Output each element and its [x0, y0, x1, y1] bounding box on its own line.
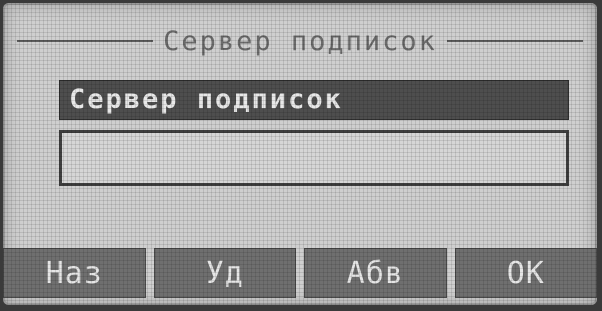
subscription-server-input[interactable] [59, 130, 569, 186]
field-label-highlight: Сервер подписок [59, 80, 569, 120]
title-divider-left [17, 40, 154, 42]
screen-title: Сервер подписок [163, 25, 437, 57]
softkey-bar: Наз Уд Абв OK [3, 248, 597, 298]
title-divider-right [446, 40, 583, 42]
lcd-screen: Сервер подписок Сервер подписок Наз Уд А… [3, 3, 597, 305]
back-softkey[interactable]: Наз [3, 248, 146, 298]
screen-title-row: Сервер подписок [17, 21, 583, 61]
input-mode-softkey[interactable]: Абв [304, 248, 447, 298]
device-bezel: Сервер подписок Сервер подписок Наз Уд А… [0, 0, 602, 311]
ok-softkey[interactable]: OK [454, 248, 597, 298]
delete-softkey[interactable]: Уд [153, 248, 296, 298]
field-label: Сервер подписок [69, 84, 343, 115]
